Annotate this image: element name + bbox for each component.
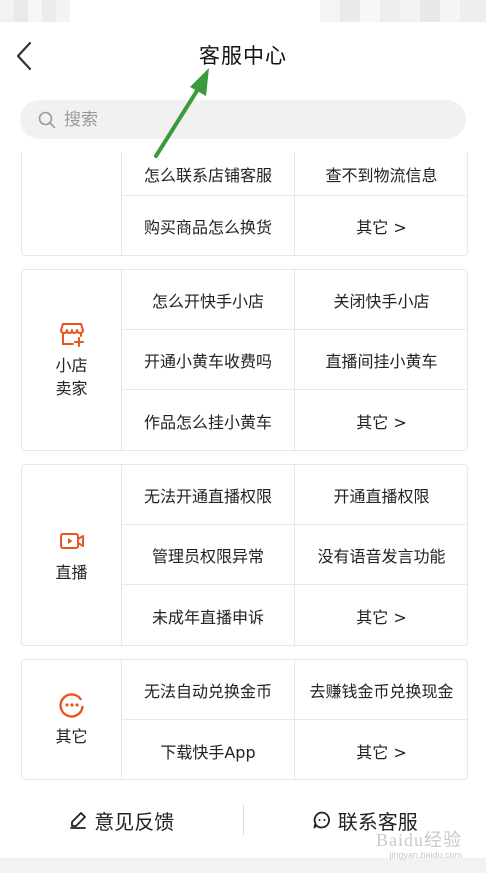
feedback-label: 意见反馈 — [94, 809, 175, 834]
search-icon — [38, 111, 56, 128]
question-item[interactable]: 去赚钱金币兑换现金 — [295, 660, 468, 720]
category-cell: 直播 — [22, 465, 122, 645]
category-card-shop: 小店卖家 怎么开快手小店 关闭快手小店 开通小黄车收费吗 直播间挂小黄车 作品怎… — [21, 269, 468, 452]
edit-icon — [70, 812, 87, 829]
status-bar-blur-left — [0, 0, 70, 22]
category-label: 其它 — [55, 727, 88, 746]
category-cell: 其它 — [22, 660, 122, 779]
question-item[interactable]: 管理员权限异常 — [122, 525, 295, 585]
more-circle-icon — [58, 693, 84, 718]
question-item[interactable]: 无法开通直播权限 — [122, 465, 295, 525]
search-input[interactable] — [64, 109, 424, 130]
more-link[interactable]: 其它 > — [295, 390, 468, 452]
search-bar[interactable] — [20, 100, 466, 139]
baidu-watermark: Baidu经验 jingyan.baidu.com — [376, 826, 462, 860]
question-item[interactable]: 直播间挂小黄车 — [295, 330, 468, 390]
watermark-main: Baidu经验 — [376, 830, 462, 850]
shop-icon — [59, 323, 84, 347]
question-item[interactable]: 购买商品怎么换货 — [122, 196, 295, 256]
category-cell — [22, 152, 122, 255]
question-item[interactable]: 没有语音发言功能 — [295, 525, 468, 585]
question-item[interactable]: 未成年直播申诉 — [122, 585, 295, 647]
more-link[interactable]: 其它 > — [295, 720, 468, 781]
category-card-partial: 怎么联系店铺客服 查不到物流信息 购买商品怎么换货 其它 > — [21, 152, 468, 256]
page-title: 客服中心 — [199, 44, 287, 68]
category-label: 小店卖家 — [55, 356, 88, 398]
status-bar-blur-right — [320, 0, 486, 22]
question-item[interactable]: 开通直播权限 — [295, 465, 468, 525]
home-indicator-area — [0, 858, 486, 873]
question-item[interactable]: 关闭快手小店 — [295, 270, 468, 330]
question-item[interactable]: 作品怎么挂小黄车 — [122, 390, 295, 452]
category-card-live: 直播 无法开通直播权限 开通直播权限 管理员权限异常 没有语音发言功能 未成年直… — [21, 464, 468, 647]
more-link[interactable]: 其它 > — [295, 585, 468, 647]
question-item[interactable]: 查不到物流信息 — [295, 152, 468, 196]
more-link[interactable]: 其它 > — [295, 196, 468, 256]
question-item[interactable]: 下载快手App — [122, 720, 295, 781]
video-camera-icon — [59, 532, 84, 549]
question-item[interactable]: 开通小黄车收费吗 — [122, 330, 295, 390]
category-label: 直播 — [55, 562, 88, 582]
status-bar — [0, 0, 486, 22]
category-card-other: 其它 无法自动兑换金币 去赚钱金币兑换现金 下载快手App 其它 > — [21, 659, 468, 781]
category-cell: 小店卖家 — [22, 270, 122, 450]
watermark-sub: jingyan.baidu.com — [389, 850, 462, 860]
chat-bubble-icon — [313, 811, 330, 829]
question-item[interactable]: 无法自动兑换金币 — [122, 660, 295, 720]
feedback-button[interactable]: 意见反馈 — [0, 806, 243, 835]
question-item[interactable]: 怎么开快手小店 — [122, 270, 295, 330]
question-item[interactable]: 怎么联系店铺客服 — [122, 152, 295, 196]
